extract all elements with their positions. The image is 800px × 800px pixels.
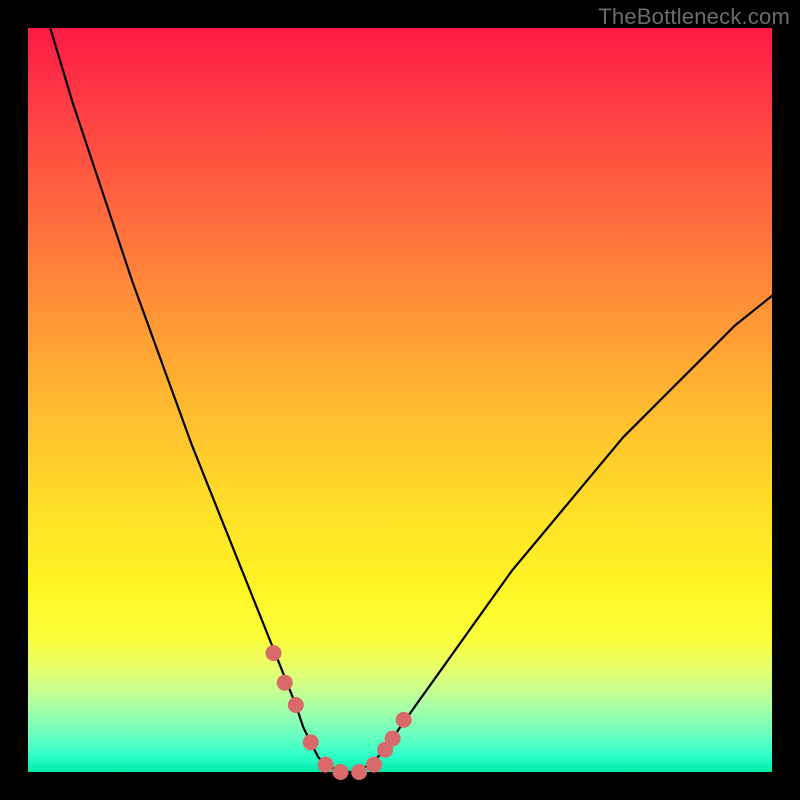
chart-area	[28, 28, 772, 772]
bottleneck-curve	[50, 28, 772, 772]
highlight-markers	[266, 645, 412, 780]
highlight-point	[288, 697, 304, 713]
highlight-point	[396, 712, 412, 728]
highlight-point	[303, 734, 319, 750]
highlight-point	[318, 757, 334, 773]
watermark-text: TheBottleneck.com	[598, 4, 790, 30]
highlight-point	[266, 645, 282, 661]
highlight-point	[351, 764, 367, 780]
chart-svg	[28, 28, 772, 772]
highlight-point	[333, 764, 349, 780]
highlight-point	[366, 757, 382, 773]
highlight-point	[385, 731, 401, 747]
highlight-point	[277, 675, 293, 691]
